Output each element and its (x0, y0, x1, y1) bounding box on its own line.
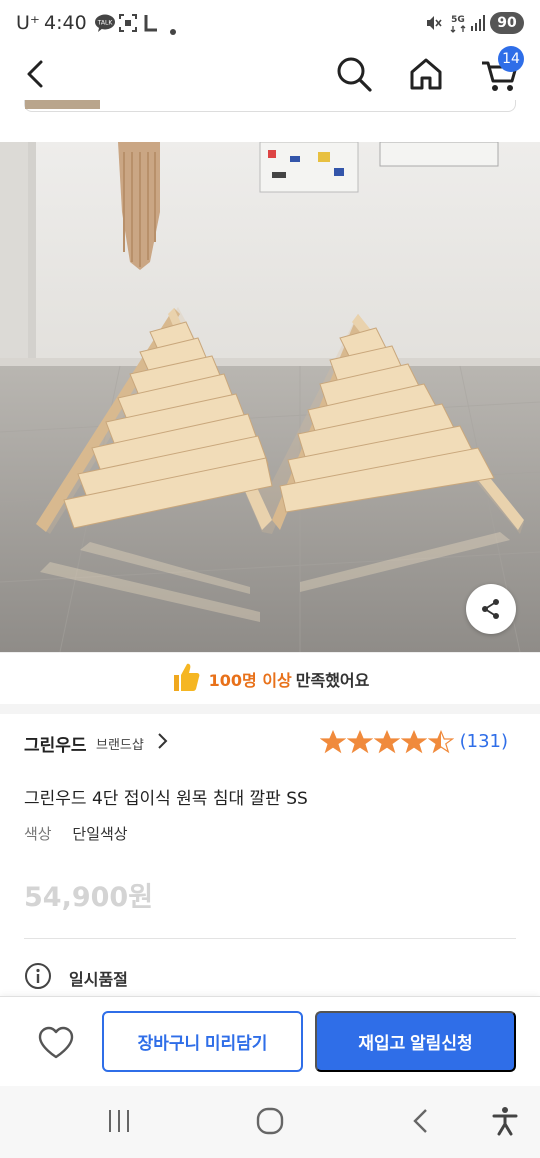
thumbs-up-icon (171, 661, 201, 697)
wishlist-button[interactable] (32, 1019, 80, 1067)
status-bar: U⁺ 4:40 TALK 5G 90 (0, 0, 540, 48)
brand-name[interactable]: 그린우드 (24, 731, 87, 756)
star-full-icon (347, 730, 373, 754)
share-button[interactable] (466, 584, 516, 634)
signal-icon (470, 14, 486, 36)
section-divider (0, 704, 540, 714)
system-navigation-bar (0, 1086, 540, 1158)
restock-notify-button[interactable]: 재입고 알림신청 (315, 1011, 516, 1072)
star-full-icon (401, 730, 427, 754)
search-button[interactable] (330, 50, 378, 98)
satisfaction-count: 100명 이상 (208, 670, 292, 690)
l-app-icon (144, 14, 158, 36)
satisfaction-text: 만족했어요 (295, 670, 370, 690)
chevron-right-icon[interactable] (156, 732, 168, 754)
stock-status: 일시품절 (69, 970, 128, 989)
battery-indicator: 90 (490, 12, 524, 34)
more-notifications-icon (170, 20, 176, 39)
star-full-icon (374, 730, 400, 754)
option-row: 색상 단일색상 (24, 823, 128, 844)
product-image[interactable] (0, 142, 540, 652)
search-icon (337, 57, 372, 92)
divider (24, 938, 516, 939)
stock-status-row: 일시품절 (24, 962, 324, 992)
back-arrow-icon (27, 60, 43, 88)
option-value: 단일색상 (72, 825, 128, 843)
5g-icon: 5G (448, 12, 468, 38)
home-button[interactable] (402, 50, 450, 98)
brand-row: 그린우드 브랜드샵 (131) (24, 728, 516, 758)
home-nav-icon[interactable] (256, 1107, 284, 1139)
back-nav-icon[interactable] (410, 1108, 432, 1138)
recent-apps-icon[interactable] (106, 1108, 132, 1138)
info-icon (24, 962, 52, 994)
accessibility-icon[interactable] (492, 1106, 518, 1140)
rating-stars (320, 730, 454, 754)
review-count[interactable]: (131) (460, 731, 508, 752)
product-title: 그린우드 4단 접이식 원목 침대 깔판 SS (24, 789, 308, 809)
clock: 4:40 (44, 12, 87, 34)
brand-shop-link[interactable]: 브랜드샵 (96, 734, 144, 753)
carrier-label: U⁺ (16, 12, 40, 34)
svg-text:5G: 5G (451, 15, 465, 25)
cart-button[interactable]: 14 (476, 46, 524, 98)
top-navigation: 14 (0, 46, 540, 100)
folding-bed-slat-photo (0, 142, 540, 652)
home-icon (410, 58, 442, 90)
share-icon (482, 599, 499, 619)
heart-icon (38, 1026, 74, 1059)
option-label: 색상 (24, 825, 52, 843)
screenshot-icon (119, 14, 137, 36)
talk-notification-icon: TALK (94, 14, 116, 36)
thumbnail (25, 100, 100, 109)
cart-count-badge: 14 (498, 46, 524, 72)
mute-icon (424, 14, 442, 36)
product-price: 54,900원 (24, 882, 154, 913)
star-half-icon (428, 730, 454, 754)
svg-text:TALK: TALK (97, 20, 114, 27)
thumbnail-strip (24, 100, 516, 112)
back-button[interactable] (12, 50, 60, 98)
satisfaction-banner: 100명 이상 만족했어요 (0, 652, 540, 704)
bottom-action-bar: 장바구니 미리담기 재입고 알림신청 (0, 996, 540, 1086)
star-full-icon (320, 730, 346, 754)
add-to-cart-button[interactable]: 장바구니 미리담기 (102, 1011, 303, 1072)
